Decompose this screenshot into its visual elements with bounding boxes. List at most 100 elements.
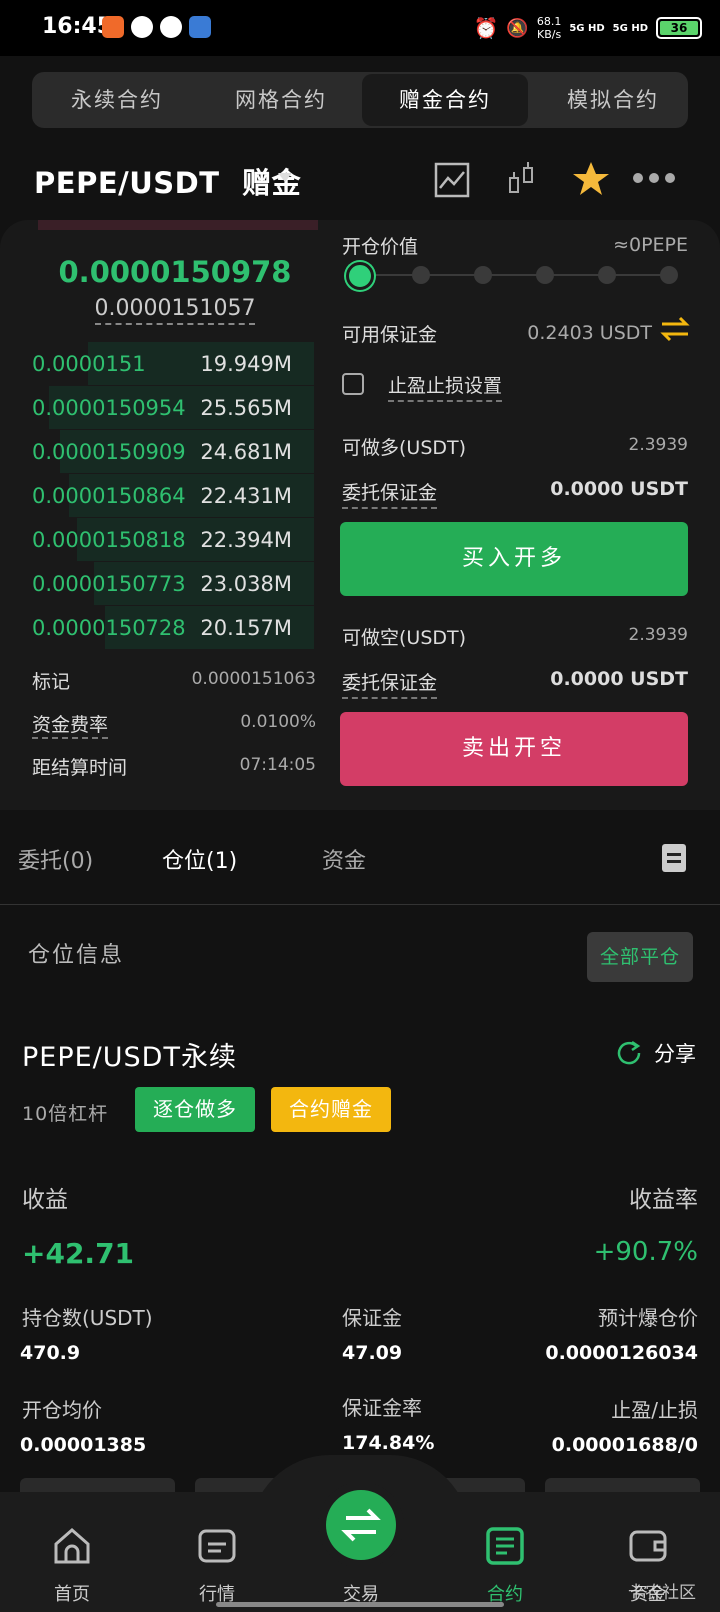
list-filter-icon[interactable]	[662, 844, 686, 872]
tab-assets[interactable]: 资金	[322, 843, 366, 875]
margin-rate-value: 174.84%	[342, 1432, 435, 1454]
funding-label: 资金费率	[32, 710, 109, 739]
short-max-label: 可做空(USDT)	[342, 627, 467, 649]
size-value: 470.9	[20, 1342, 81, 1364]
entry-value: 0.00001385	[20, 1434, 147, 1456]
open-value-label: 开仓价值	[342, 236, 419, 258]
transfer-icon[interactable]	[660, 316, 690, 342]
settle-row: 距结算时间 07:14:05	[32, 753, 316, 783]
notification-app-icon	[102, 16, 124, 38]
sell-short-button[interactable]: 卖出开空	[340, 712, 688, 786]
mark-price[interactable]: 0.0000151057	[0, 296, 350, 325]
tab-demo[interactable]: 模拟合约	[528, 72, 688, 128]
slider-step[interactable]	[412, 266, 430, 284]
battery-icon: 36	[656, 17, 702, 39]
pnl-value: +42.71	[22, 1237, 135, 1270]
candlestick-icon[interactable]	[506, 162, 538, 198]
action-button-stub[interactable]	[20, 1478, 175, 1492]
available-label: 可用保证金	[342, 324, 438, 346]
favorite-star-icon[interactable]	[572, 160, 610, 198]
home-indicator[interactable]	[216, 1602, 504, 1607]
bid-price: 0.0000150728	[32, 616, 186, 640]
wallet-icon	[629, 1530, 667, 1562]
liq-price-label: 预计爆仓价	[598, 1306, 698, 1330]
notification-browser-icon	[189, 16, 211, 38]
signal-2: 5G HD	[612, 22, 648, 34]
status-right: ⏰ 🔕 68.1 KB/s 5G HD 5G HD 36	[474, 12, 702, 44]
bid-price: 0.0000150909	[32, 440, 186, 464]
buy-long-button[interactable]: 买入开多	[340, 522, 688, 596]
contract-icon	[486, 1527, 524, 1565]
watermark: 卡农社区	[628, 1583, 696, 1603]
position-section-title: 仓位信息	[28, 943, 125, 968]
bid-size: 25.565M	[200, 396, 292, 420]
orderbook-row[interactable]: 0.0000150954 25.565M	[32, 386, 314, 429]
slider-step[interactable]	[474, 266, 492, 284]
action-button-stub[interactable]	[545, 1478, 700, 1492]
slider-handle[interactable]	[346, 262, 374, 290]
close-all-button[interactable]: 全部平仓	[587, 932, 693, 982]
bid-size: 20.157M	[200, 616, 292, 640]
position-title: PEPE/USDT永续	[22, 1042, 237, 1073]
chevron-down-icon[interactable]	[278, 173, 292, 182]
leverage-label: 10倍杠杆	[22, 1103, 109, 1125]
pnl-label: 收益	[22, 1187, 68, 1213]
notification-qq-icon	[160, 16, 182, 38]
orderbook-row[interactable]: 0.0000150909 24.681M	[32, 430, 314, 473]
available-value: 0.2403 USDT	[527, 322, 652, 344]
short-max-value: 2.3939	[628, 625, 688, 645]
orderbook-row[interactable]: 0.0000150728 20.157M	[32, 606, 314, 649]
pair-selector[interactable]: PEPE/USDT 赠金	[34, 160, 301, 202]
bid-size: 22.394M	[200, 528, 292, 552]
market-icon	[198, 1529, 236, 1563]
pnl-rate-value: +90.7%	[593, 1237, 698, 1267]
short-margin-value: 0.0000 USDT	[550, 668, 688, 690]
tab-grid[interactable]: 网格合约	[196, 72, 366, 128]
margin-label: 保证金	[342, 1306, 402, 1330]
tpsl-label[interactable]: 止盈止损设置	[388, 371, 503, 402]
share-icon[interactable]	[616, 1040, 642, 1066]
settle-label: 距结算时间	[32, 757, 128, 779]
orderbook-row[interactable]: 0.0000150773 23.038M	[32, 562, 314, 605]
mark-info-row: 标记 0.0000151063	[32, 667, 316, 697]
bid-size: 19.949M	[200, 352, 292, 376]
swap-icon	[341, 1508, 381, 1542]
entry-label: 开仓均价	[22, 1398, 102, 1422]
funding-row[interactable]: 资金费率 0.0100%	[32, 710, 316, 740]
mode-tag: 逐仓做多	[135, 1087, 255, 1132]
home-icon	[54, 1528, 90, 1564]
pair-name: PEPE/USDT	[34, 166, 220, 200]
tab-perpetual[interactable]: 永续合约	[32, 72, 202, 128]
long-margin-label[interactable]: 委托保证金	[342, 478, 438, 509]
signal-1: 5G HD	[569, 22, 605, 34]
orderbook-row[interactable]: 0.0000151 19.949M	[32, 342, 314, 385]
orderbook-row[interactable]: 0.0000150864 22.431M	[32, 474, 314, 517]
margin-rate-label: 保证金率	[342, 1396, 422, 1420]
short-margin-label[interactable]: 委托保证金	[342, 668, 438, 699]
bid-size: 22.431M	[200, 484, 292, 508]
pnl-rate-label: 收益率	[629, 1187, 698, 1213]
long-margin-value: 0.0000 USDT	[550, 478, 688, 500]
slider-step[interactable]	[660, 266, 678, 284]
mute-icon: 🔕	[506, 17, 529, 39]
more-icon[interactable]	[632, 172, 676, 184]
chart-icon[interactable]	[434, 162, 470, 198]
bonus-tag: 合约赠金	[271, 1087, 391, 1132]
leverage-slider[interactable]	[360, 274, 670, 276]
bid-size: 23.038M	[200, 572, 292, 596]
bid-price: 0.0000151	[32, 352, 146, 376]
tab-bonus[interactable]: 赠金合约	[362, 74, 528, 126]
orderbook-row[interactable]: 0.0000150818 22.394M	[32, 518, 314, 561]
share-button[interactable]: 分享	[654, 1038, 696, 1068]
margin-value: 47.09	[342, 1342, 403, 1364]
tpsl-pos-label: 止盈/止损	[611, 1398, 698, 1422]
tab-orders[interactable]: 委托(0)	[18, 843, 93, 875]
tab-positions[interactable]: 仓位(1)	[162, 843, 237, 875]
pair-badge: 赠金	[242, 166, 302, 200]
tpsl-checkbox[interactable]	[342, 373, 364, 395]
trade-button[interactable]	[326, 1490, 396, 1560]
slider-step[interactable]	[536, 266, 554, 284]
slider-step[interactable]	[598, 266, 616, 284]
settle-value: 07:14:05	[239, 755, 316, 775]
mark-label: 标记	[32, 671, 71, 693]
